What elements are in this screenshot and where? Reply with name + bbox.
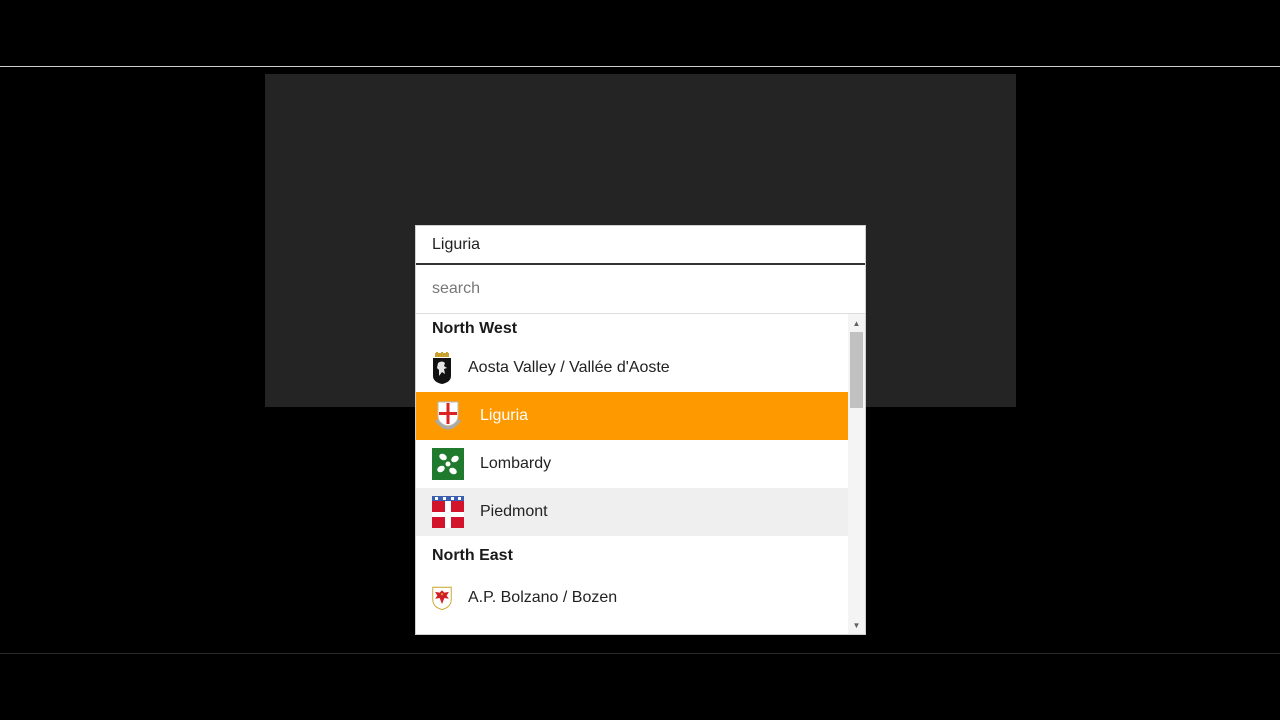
bottom-divider [0,653,1280,654]
option-label: Lombardy [480,455,552,472]
option-aosta-valley[interactable]: Aosta Valley / Vallée d'Aoste [416,344,848,392]
option-label: Aosta Valley / Vallée d'Aoste [468,359,670,376]
group-header-north-east: North East [432,547,513,564]
scroll-down-arrow-icon[interactable]: ▼ [848,618,865,632]
selected-value-field[interactable]: Liguria [416,226,865,265]
region-select-dropdown[interactable]: Liguria North West Aosta Valley / Vallée… [415,225,866,635]
search-box[interactable] [416,265,865,314]
selected-value-text: Liguria [432,235,481,253]
option-label: Liguria [480,407,529,424]
options-list[interactable]: North West Aosta Valley / Vallée d'Aoste [416,314,865,634]
group-header-north-west: North West [432,320,518,337]
option-label: Piedmont [480,503,548,520]
option-liguria[interactable]: Liguria [416,392,848,440]
scrollbar-thumb[interactable] [850,332,863,408]
bolzano-coat-of-arms-icon [432,586,452,611]
top-divider [0,66,1280,67]
option-piedmont[interactable]: Piedmont [416,488,848,536]
option-bolzano[interactable]: A.P. Bolzano / Bozen [416,574,848,622]
liguria-coat-of-arms-icon [434,401,462,430]
aosta-valley-coat-of-arms-icon [433,352,451,384]
lombardy-flag-icon [432,448,464,480]
piedmont-flag-icon [432,496,464,528]
option-label: A.P. Bolzano / Bozen [468,589,618,606]
scroll-up-arrow-icon[interactable]: ▲ [848,316,865,330]
search-input[interactable] [432,280,849,298]
vertical-scrollbar[interactable]: ▲ ▼ [848,314,865,634]
option-lombardy[interactable]: Lombardy [416,440,848,488]
